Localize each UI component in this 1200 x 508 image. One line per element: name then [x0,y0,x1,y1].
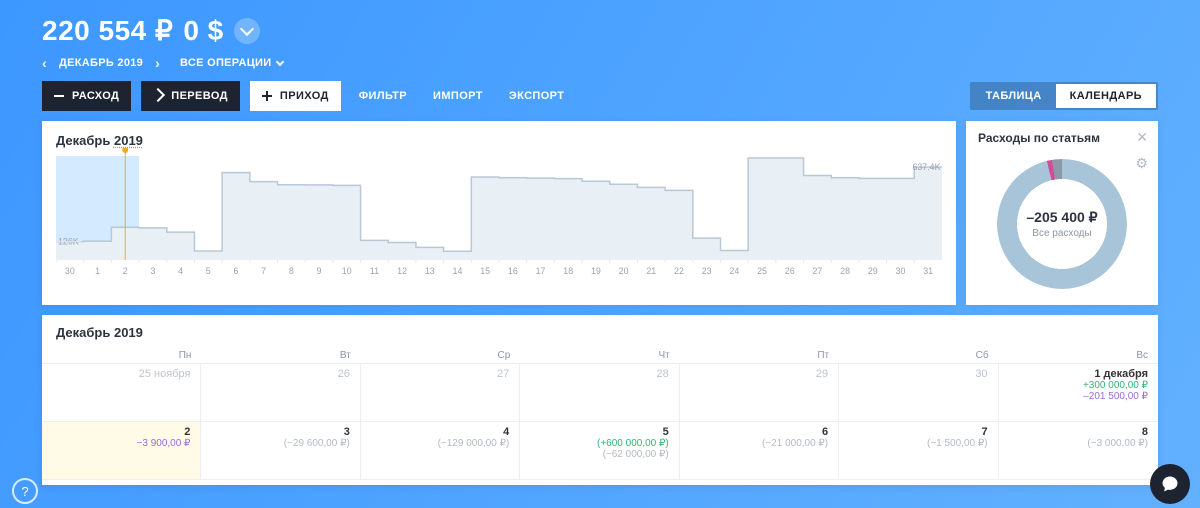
svg-text:8: 8 [289,266,294,276]
svg-text:7: 7 [261,266,266,276]
donut-total: –205 400 ₽ [1026,209,1097,226]
svg-text:30: 30 [65,266,75,276]
calendar-cell[interactable]: 1 декабря+300 000,00 ₽–201 500,00 ₽ [999,364,1158,422]
weekday-header: Вт [201,348,360,364]
svg-text:30: 30 [896,266,906,276]
chat-icon [1160,474,1180,494]
calendar-cell[interactable]: 5(+600 000,00 ₽)(−62 000,00 ₽) [520,422,679,480]
svg-text:3: 3 [150,266,155,276]
svg-text:9: 9 [317,266,322,276]
add-income-button[interactable]: ПРИХОД [250,81,341,111]
donut-subtitle: Все расходы [1032,228,1091,239]
calendar-cell[interactable]: 8(−3 000,00 ₽) [999,422,1158,480]
add-transfer-button[interactable]: ПЕРЕВОД [141,81,240,111]
weekday-header: Пн [42,348,201,364]
svg-text:17: 17 [536,266,546,276]
svg-text:24: 24 [729,266,739,276]
period-next[interactable]: › [155,55,160,71]
chart-title: Декабрь 2019 [56,133,942,148]
side-title: Расходы по статьям [978,131,1146,145]
svg-text:16: 16 [508,266,518,276]
gear-icon[interactable]: ⚙ [1135,155,1148,172]
help-button[interactable]: ? [12,478,38,504]
operations-filter[interactable]: ВСЕ ОПЕРАЦИИ [180,57,283,69]
balance-chart[interactable]: 126K637.4K301234567891011121314151617181… [56,148,942,278]
svg-text:26: 26 [785,266,795,276]
balance-rub: 220 554 ₽ [42,14,173,47]
calendar-cell[interactable]: 26 [201,364,360,422]
svg-text:25: 25 [757,266,767,276]
period-label: ДЕКАБРЬ 2019 [59,57,143,69]
svg-text:12: 12 [397,266,407,276]
income-label: ПРИХОД [280,90,329,102]
chevron-down-icon [276,57,284,65]
svg-text:14: 14 [453,266,463,276]
svg-text:27: 27 [812,266,822,276]
svg-text:23: 23 [702,266,712,276]
svg-text:4: 4 [178,266,183,276]
plus-icon [262,91,272,101]
add-expense-button[interactable]: РАСХОД [42,81,131,111]
svg-text:20: 20 [619,266,629,276]
expense-label: РАСХОД [72,90,119,102]
weekday-header: Вс [999,348,1158,364]
svg-text:11: 11 [370,266,379,276]
import-button[interactable]: ИМПОРТ [425,90,491,102]
svg-text:10: 10 [342,266,352,276]
calendar-cell[interactable]: 25 ноября [42,364,201,422]
transfer-label: ПЕРЕВОД [171,90,228,102]
chat-button[interactable] [1150,464,1190,504]
svg-text:18: 18 [563,266,573,276]
calendar-title: Декабрь 2019 [42,315,1158,348]
svg-text:31: 31 [923,266,933,276]
expenses-by-category-card: Расходы по статьям ✕ ⚙ –205 400 ₽ Все ра… [966,121,1158,305]
filter-button[interactable]: ФИЛЬТР [351,90,415,102]
view-table[interactable]: ТАБЛИЦА [972,84,1056,108]
calendar-cell[interactable]: 4(−129 000,00 ₽) [361,422,520,480]
svg-text:6: 6 [234,266,239,276]
calendar-cell[interactable]: 28 [520,364,679,422]
export-button[interactable]: ЭКСПОРТ [501,90,573,102]
period-prev[interactable]: ‹ [42,55,47,71]
view-toggle: ТАБЛИЦА КАЛЕНДАРЬ [970,82,1158,110]
weekday-header: Чт [520,348,679,364]
operations-filter-label: ВСЕ ОПЕРАЦИИ [180,57,271,69]
calendar-cell[interactable]: 6(−21 000,00 ₽) [680,422,839,480]
calendar-cell[interactable]: 30 [839,364,998,422]
weekday-header: Сб [839,348,998,364]
svg-text:29: 29 [868,266,878,276]
minus-icon [54,95,64,97]
svg-text:15: 15 [480,266,490,276]
svg-text:2: 2 [123,266,128,276]
weekday-header: Ср [361,348,520,364]
balance-chart-card: Декабрь 2019 126K637.4K30123456789101112… [42,121,956,305]
calendar-cell[interactable]: 3(−29 600,00 ₽) [201,422,360,480]
svg-text:22: 22 [674,266,684,276]
svg-text:13: 13 [425,266,435,276]
svg-text:5: 5 [206,266,211,276]
svg-text:637.4K: 637.4K [912,162,940,172]
chevron-down-icon [240,21,254,35]
svg-text:28: 28 [840,266,850,276]
calendar-cell[interactable]: 7(−1 500,00 ₽) [839,422,998,480]
calendar-cell[interactable]: 29 [680,364,839,422]
balance-usd: 0 $ [183,15,223,47]
svg-text:21: 21 [646,266,656,276]
calendar-card: Декабрь 2019 ПнВтСрЧтПтСбВс 25 ноября262… [42,315,1158,485]
view-calendar[interactable]: КАЛЕНДАРЬ [1056,84,1156,108]
close-icon[interactable]: ✕ [1136,129,1148,146]
svg-text:19: 19 [591,266,601,276]
weekday-header: Пт [680,348,839,364]
balances-dropdown[interactable] [234,18,260,44]
svg-text:1: 1 [95,266,100,276]
calendar-cell[interactable]: 27 [361,364,520,422]
calendar-cell[interactable]: 2−3 900,00 ₽ [42,422,201,480]
arrow-right-icon [153,90,163,103]
